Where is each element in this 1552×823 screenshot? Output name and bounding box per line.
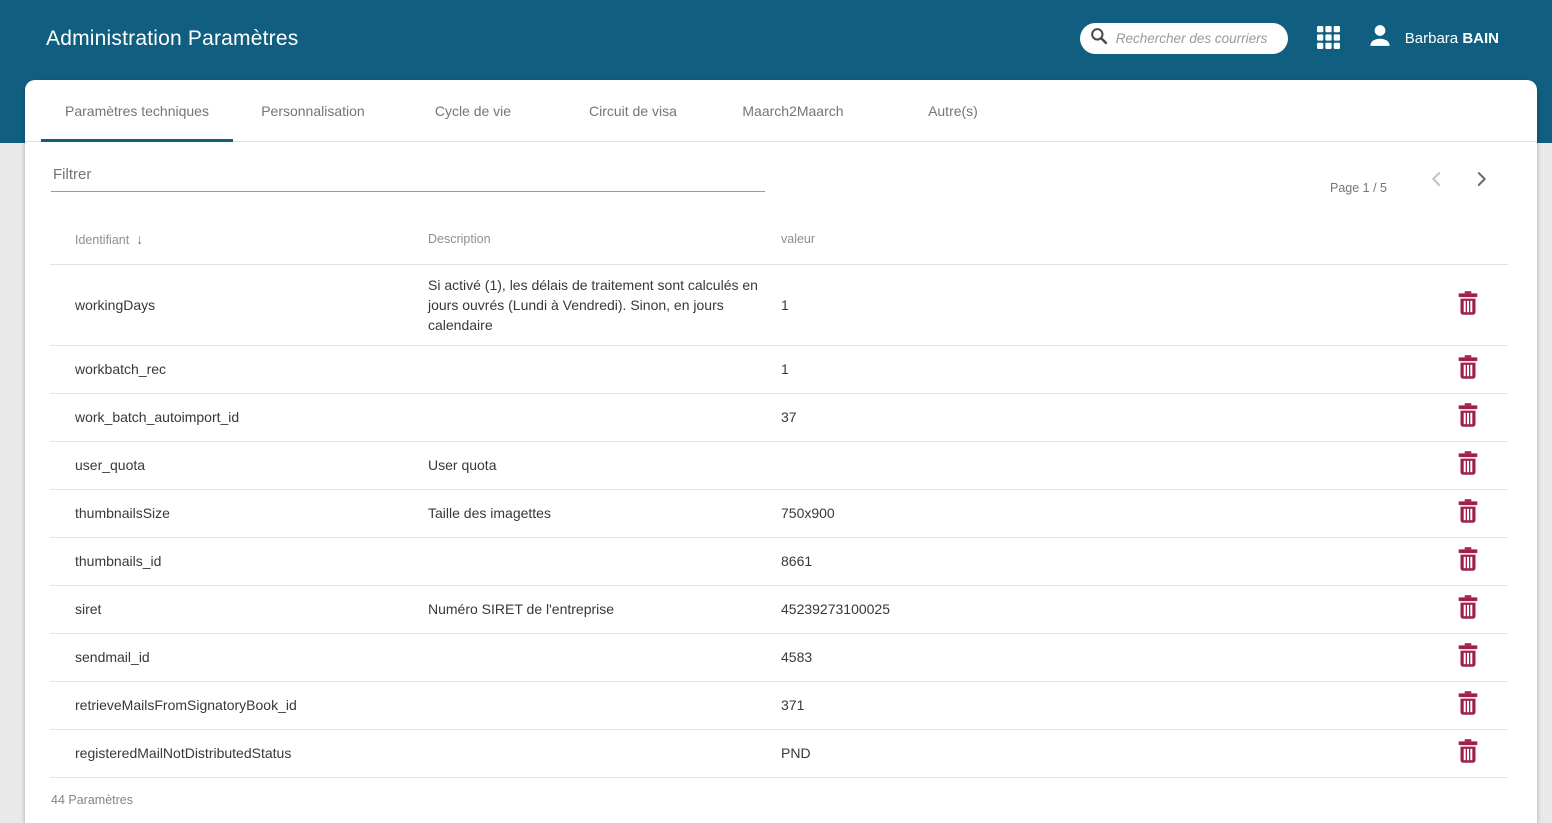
table-row[interactable]: workbatch_rec 1 <box>50 345 1508 393</box>
delete-button[interactable] <box>1450 350 1486 388</box>
param-id: user_quota <box>50 441 428 489</box>
filter-field <box>51 156 765 192</box>
trash-icon <box>1456 753 1480 768</box>
user-name: Barbara BAIN <box>1405 30 1499 47</box>
tab-cycle-de-vie[interactable]: Cycle de vie <box>393 80 553 141</box>
tab-maarch2maarch[interactable]: Maarch2Maarch <box>713 80 873 141</box>
trash-icon <box>1456 513 1480 528</box>
param-id: registeredMailNotDistributedStatus <box>50 729 428 777</box>
filter-input[interactable] <box>51 156 765 192</box>
param-id: thumbnailsSize <box>50 489 428 537</box>
tab-parametres-techniques[interactable]: Paramètres techniques <box>41 80 233 141</box>
delete-button[interactable] <box>1450 286 1486 324</box>
table-row[interactable]: thumbnails_id 8661 <box>50 537 1508 585</box>
param-value: 1 <box>781 264 1428 345</box>
param-value: 750x900 <box>781 489 1428 537</box>
tab-autres[interactable]: Autre(s) <box>873 80 1033 141</box>
param-value: 371 <box>781 681 1428 729</box>
param-id: sendmail_id <box>50 633 428 681</box>
param-description <box>428 729 781 777</box>
param-value: PND <box>781 729 1428 777</box>
chevron-left-icon <box>1428 170 1446 191</box>
global-search-input[interactable] <box>1116 31 1276 46</box>
param-value: 37 <box>781 393 1428 441</box>
param-value: 45239273100025 <box>781 585 1428 633</box>
prev-page-button[interactable] <box>1415 158 1459 202</box>
table-toolbar: Page 1 / 5 <box>25 142 1537 214</box>
trash-icon <box>1456 561 1480 576</box>
column-header-actions <box>1428 214 1508 264</box>
column-header-valeur[interactable]: valeur <box>781 214 1428 264</box>
param-description: Taille des imagettes <box>428 489 781 537</box>
tab-bar: Paramètres techniques Personnalisation C… <box>25 80 1537 142</box>
apps-grid-icon <box>1316 25 1341 53</box>
param-description: User quota <box>428 441 781 489</box>
trash-icon <box>1456 657 1480 672</box>
param-description <box>428 345 781 393</box>
delete-button[interactable] <box>1450 494 1486 532</box>
page-title: Administration Paramètres <box>46 27 298 51</box>
param-description: Si activé (1), les délais de traitement … <box>428 264 781 345</box>
table-row[interactable]: registeredMailNotDistributedStatus PND <box>50 729 1508 777</box>
delete-button[interactable] <box>1450 638 1486 676</box>
table-row[interactable]: sendmail_id 4583 <box>50 633 1508 681</box>
table-row[interactable]: thumbnailsSize Taille des imagettes 750x… <box>50 489 1508 537</box>
trash-icon <box>1456 705 1480 720</box>
appbar-actions: Barbara BAIN <box>1080 22 1499 55</box>
trash-icon <box>1456 369 1480 384</box>
pagination: Page 1 / 5 <box>1330 156 1503 202</box>
param-count: 44 Paramètres <box>25 778 1537 807</box>
column-header-identifiant[interactable]: Identifiant↓ <box>50 214 428 264</box>
table-row[interactable]: work_batch_autoimport_id 37 <box>50 393 1508 441</box>
param-description <box>428 537 781 585</box>
table-header-row: Identifiant↓ Description valeur <box>50 214 1508 264</box>
delete-button[interactable] <box>1450 686 1486 724</box>
chevron-right-icon <box>1472 170 1490 191</box>
sort-desc-icon: ↓ <box>136 231 143 247</box>
next-page-button[interactable] <box>1459 158 1503 202</box>
user-avatar-icon <box>1366 22 1394 55</box>
delete-button[interactable] <box>1450 446 1486 484</box>
param-id: work_batch_autoimport_id <box>50 393 428 441</box>
param-description: Numéro SIRET de l'entreprise <box>428 585 781 633</box>
param-value: 8661 <box>781 537 1428 585</box>
trash-icon <box>1456 417 1480 432</box>
param-id: workbatch_rec <box>50 345 428 393</box>
param-value: 4583 <box>781 633 1428 681</box>
parameters-table: Identifiant↓ Description valeur workingD… <box>50 214 1508 778</box>
trash-icon <box>1456 465 1480 480</box>
table-row[interactable]: siret Numéro SIRET de l'entreprise 45239… <box>50 585 1508 633</box>
delete-button[interactable] <box>1450 734 1486 772</box>
page-indicator: Page 1 / 5 <box>1330 181 1387 195</box>
global-search[interactable] <box>1080 23 1288 54</box>
delete-button[interactable] <box>1450 542 1486 580</box>
param-value <box>781 441 1428 489</box>
delete-button[interactable] <box>1450 590 1486 628</box>
trash-icon <box>1456 305 1480 320</box>
tab-circuit-de-visa[interactable]: Circuit de visa <box>553 80 713 141</box>
apps-grid-button[interactable] <box>1316 25 1341 53</box>
user-menu[interactable]: Barbara BAIN <box>1366 22 1499 55</box>
param-id: siret <box>50 585 428 633</box>
param-description <box>428 681 781 729</box>
param-description <box>428 393 781 441</box>
param-value: 1 <box>781 345 1428 393</box>
tab-personnalisation[interactable]: Personnalisation <box>233 80 393 141</box>
param-description <box>428 633 781 681</box>
trash-icon <box>1456 609 1480 624</box>
column-header-description[interactable]: Description <box>428 214 781 264</box>
delete-button[interactable] <box>1450 398 1486 436</box>
search-icon <box>1089 26 1109 51</box>
table-row[interactable]: user_quota User quota <box>50 441 1508 489</box>
param-id: retrieveMailsFromSignatoryBook_id <box>50 681 428 729</box>
content-card: Paramètres techniques Personnalisation C… <box>25 80 1537 823</box>
table-row[interactable]: retrieveMailsFromSignatoryBook_id 371 <box>50 681 1508 729</box>
param-id: workingDays <box>50 264 428 345</box>
table-row[interactable]: workingDays Si activé (1), les délais de… <box>50 264 1508 345</box>
param-id: thumbnails_id <box>50 537 428 585</box>
app-bar: Administration Paramètres <box>0 0 1552 77</box>
